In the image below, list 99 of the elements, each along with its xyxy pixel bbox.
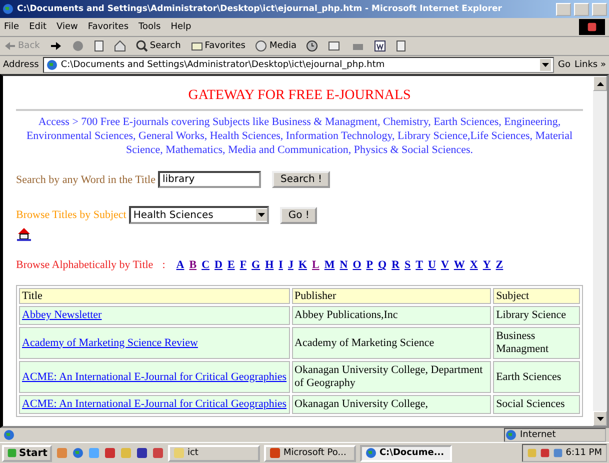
globe-icon [505,429,517,441]
menu-item[interactable]: Help [170,22,192,32]
subject-label: Browse Titles by Subject [16,209,126,221]
table-cell: Business Managment [493,327,580,359]
menu-item[interactable]: Tools [138,22,161,32]
dropdown-caret-icon [258,213,266,217]
menu-item[interactable]: Favorites [88,22,129,32]
forward-arrow-icon [50,41,62,51]
quick-launch-icon [152,447,164,459]
toolbar-button[interactable] [306,40,318,52]
column-header: Title [19,288,290,304]
journal-link[interactable]: Abbey Newsletter [22,309,102,321]
toolbar-button[interactable]: Search [136,40,181,52]
letter-link[interactable]: X [470,259,478,271]
clock: 6:11 PM [566,448,602,458]
column-header: Publisher [292,288,492,304]
taskbar-button[interactable]: ict [168,444,260,462]
letter-link[interactable]: H [265,259,274,271]
table-cell: Social Sciences [493,395,580,414]
toolbar-button[interactable]: Media [255,40,296,52]
toolbar-button[interactable] [114,40,126,52]
search-field[interactable]: library [158,171,262,188]
globe-icon [2,3,14,15]
menu-item[interactable]: Edit [29,22,46,32]
letter-link[interactable]: U [428,259,436,271]
letter-link[interactable]: D [214,259,222,271]
tray-icon [526,448,537,458]
journal-link[interactable]: ACME: An International E-Journal for Critical Geographies [22,398,287,410]
letter-link[interactable]: K [298,259,308,271]
address-field[interactable]: C:\Documents and Settings\Administrator\Desktop\ict\ejournal_php.htm [42,57,554,73]
clock-icon [306,40,318,52]
house-icon [114,40,126,52]
letter-link[interactable]: Z [496,259,504,271]
letter-link[interactable]: B [189,259,197,271]
table-cell: Okanagan University College, [292,395,492,414]
table-cell: Library Science [493,306,580,325]
journal-link[interactable]: ACME: An International E-Journal for Critical Geographies [22,370,287,382]
quick-launch-icon [104,447,116,459]
quick-launch-icon [120,447,132,459]
dropdown-caret-icon [542,63,550,67]
intro-paragraph: Access > 700 Free E-journals covering Subjects like Business & Managment, Chemistry, Earth Sciences, Engineering, Environmental Sciences, General Works, Health Sciences, Information Technology, Library Science,Life Sciences, Material Science, Mathematics, Media and Communication, Physics & Social Sciences. [25,115,574,157]
tray-icon [552,448,563,458]
back-arrow-icon [4,41,16,51]
browser-icon [365,447,378,459]
letter-link[interactable]: S [404,259,411,271]
column-header: Subject [493,288,580,304]
letter-link[interactable]: A [176,259,184,271]
letter-link[interactable]: I [278,259,283,271]
table-cell: Abbey Publications,Inc [292,306,492,325]
letter-link[interactable]: Y [482,259,491,271]
scroll-up-icon [596,82,604,86]
letter-link[interactable]: E [227,259,235,271]
toolbar-button[interactable] [396,40,406,52]
links-button[interactable]: Links » [574,60,606,70]
letter-link[interactable]: P [366,259,373,271]
table-cell: Academy of Marketing Science [292,327,492,359]
letter-link[interactable]: W [454,259,465,271]
letter-link[interactable]: C [202,259,210,271]
table-cell: Okanagan University College, Department of Geography [292,361,492,393]
tray-icon [540,448,550,458]
letter-link[interactable]: G [252,259,260,271]
taskbar-button[interactable]: Microsoft Po... [264,444,356,462]
home-icon[interactable] [16,226,32,242]
alphabet-label: Browse Alphabetically by Title [16,259,154,271]
notepad-icon [396,40,406,52]
letter-link[interactable]: F [240,259,247,271]
start-button[interactable]: Start [2,444,52,462]
toolbar-button[interactable] [50,41,62,51]
table-cell: Earth Sciences [493,361,580,393]
quick-launch-icon [56,447,68,459]
search-icon [136,40,148,52]
search-button[interactable]: Search ! [272,171,330,188]
scroll-down-icon [596,416,604,420]
address-label: Address [3,60,39,70]
quick-launch-icon [88,447,100,459]
letter-link[interactable]: M [324,259,335,271]
scrollbar[interactable] [593,76,607,426]
toolbar-button[interactable]: Favorites [190,41,246,51]
letter-link[interactable]: O [352,259,362,271]
separator: : [162,259,166,271]
page-heading: GATEWAY FOR FREE E-JOURNALS [16,82,583,111]
search-label: Search by any Word in the Title [16,174,156,186]
menu-item[interactable]: File [4,22,20,32]
subject-dropdown[interactable]: Health Sciences [129,206,270,224]
go-button[interactable]: Go [558,60,570,70]
window-title: C:\Documents and Settings\Administrator\Desktop\ict\ejournal_php.htm - Microsoft Internet Explorer [17,4,503,14]
letter-link[interactable]: Q [378,259,387,271]
taskbar-button[interactable]: C:\Docume... [360,444,452,462]
menu-item[interactable]: View [56,22,78,32]
letter-link[interactable]: V [440,259,449,271]
letter-link[interactable]: N [340,259,348,271]
letter-link[interactable]: J [288,259,294,271]
journal-link[interactable]: Academy of Marketing Science Review [22,336,198,348]
letter-link[interactable]: L [312,259,320,271]
browser-icon [72,447,84,459]
go-button[interactable]: Go ! [280,206,318,224]
letter-link[interactable]: R [392,259,400,271]
letter-link[interactable]: T [416,259,423,271]
zone-indicator: Internet [504,428,606,442]
